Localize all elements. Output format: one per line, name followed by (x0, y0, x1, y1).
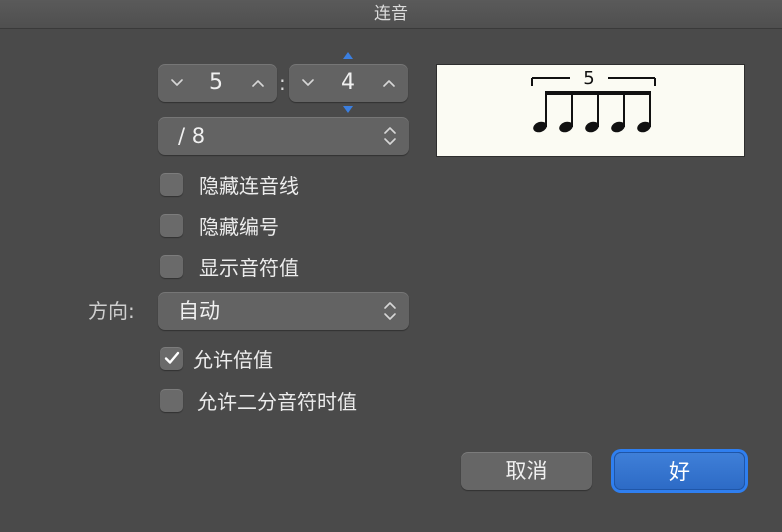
count-decrement-button[interactable] (162, 64, 192, 102)
tuplet-preview: 5 (436, 64, 745, 157)
up-down-chevron-icon (384, 127, 396, 145)
ratio-colon: : (279, 71, 286, 95)
window-title: 连音 (0, 0, 782, 29)
direction-value: 自动 (178, 299, 220, 323)
checkbox-box[interactable] (160, 254, 183, 278)
tuplet-count-stepper[interactable]: 5 (158, 64, 277, 102)
ok-button[interactable]: 好 (614, 452, 745, 490)
direction-label: 方向: (88, 299, 135, 323)
checkbox-box[interactable] (160, 346, 183, 370)
scroll-down-indicator-icon (343, 106, 353, 113)
chevron-down-icon (302, 79, 314, 86)
checkmark-icon (164, 351, 179, 364)
chevron-up-icon (252, 80, 264, 87)
cancel-button[interactable]: 取消 (461, 452, 592, 490)
up-down-chevron-icon (384, 302, 396, 320)
allow-half-note-label: 允许二分音符时值 (197, 389, 357, 414)
chevron-down-icon (171, 79, 183, 86)
hide-number-checkbox[interactable]: 隐藏编号 (160, 211, 279, 239)
count-increment-button[interactable] (243, 64, 273, 102)
hide-bracket-checkbox[interactable]: 隐藏连音线 (160, 170, 299, 198)
in-time-decrement-button[interactable] (293, 64, 323, 102)
scroll-up-indicator-icon (343, 52, 353, 59)
hide-number-label: 隐藏编号 (199, 214, 279, 239)
in-time-of-stepper[interactable]: 4 (289, 64, 408, 102)
tuplet-notation-graphic: 5 (531, 68, 656, 133)
hide-bracket-label: 隐藏连音线 (199, 173, 299, 198)
checkbox-box[interactable] (160, 388, 183, 412)
preview-tuplet-number: 5 (583, 68, 594, 89)
allow-multiple-checkbox[interactable]: 允许倍值 (160, 344, 273, 372)
allow-half-note-checkbox[interactable]: 允许二分音符时值 (160, 386, 357, 414)
tuplet-count-value: 5 (209, 70, 223, 95)
in-time-of-value: 4 (341, 70, 355, 95)
note-value-select[interactable]: / 8 (158, 117, 409, 155)
in-time-increment-button[interactable] (374, 64, 404, 102)
direction-select[interactable]: 自动 (158, 292, 409, 330)
checkbox-box[interactable] (160, 213, 183, 237)
checkbox-box[interactable] (160, 172, 183, 196)
show-note-value-checkbox[interactable]: 显示音符值 (160, 252, 299, 280)
chevron-up-icon (383, 80, 395, 87)
note-value-text: / 8 (178, 124, 206, 148)
allow-multiple-label: 允许倍值 (193, 347, 273, 372)
show-note-value-label: 显示音符值 (199, 255, 299, 280)
